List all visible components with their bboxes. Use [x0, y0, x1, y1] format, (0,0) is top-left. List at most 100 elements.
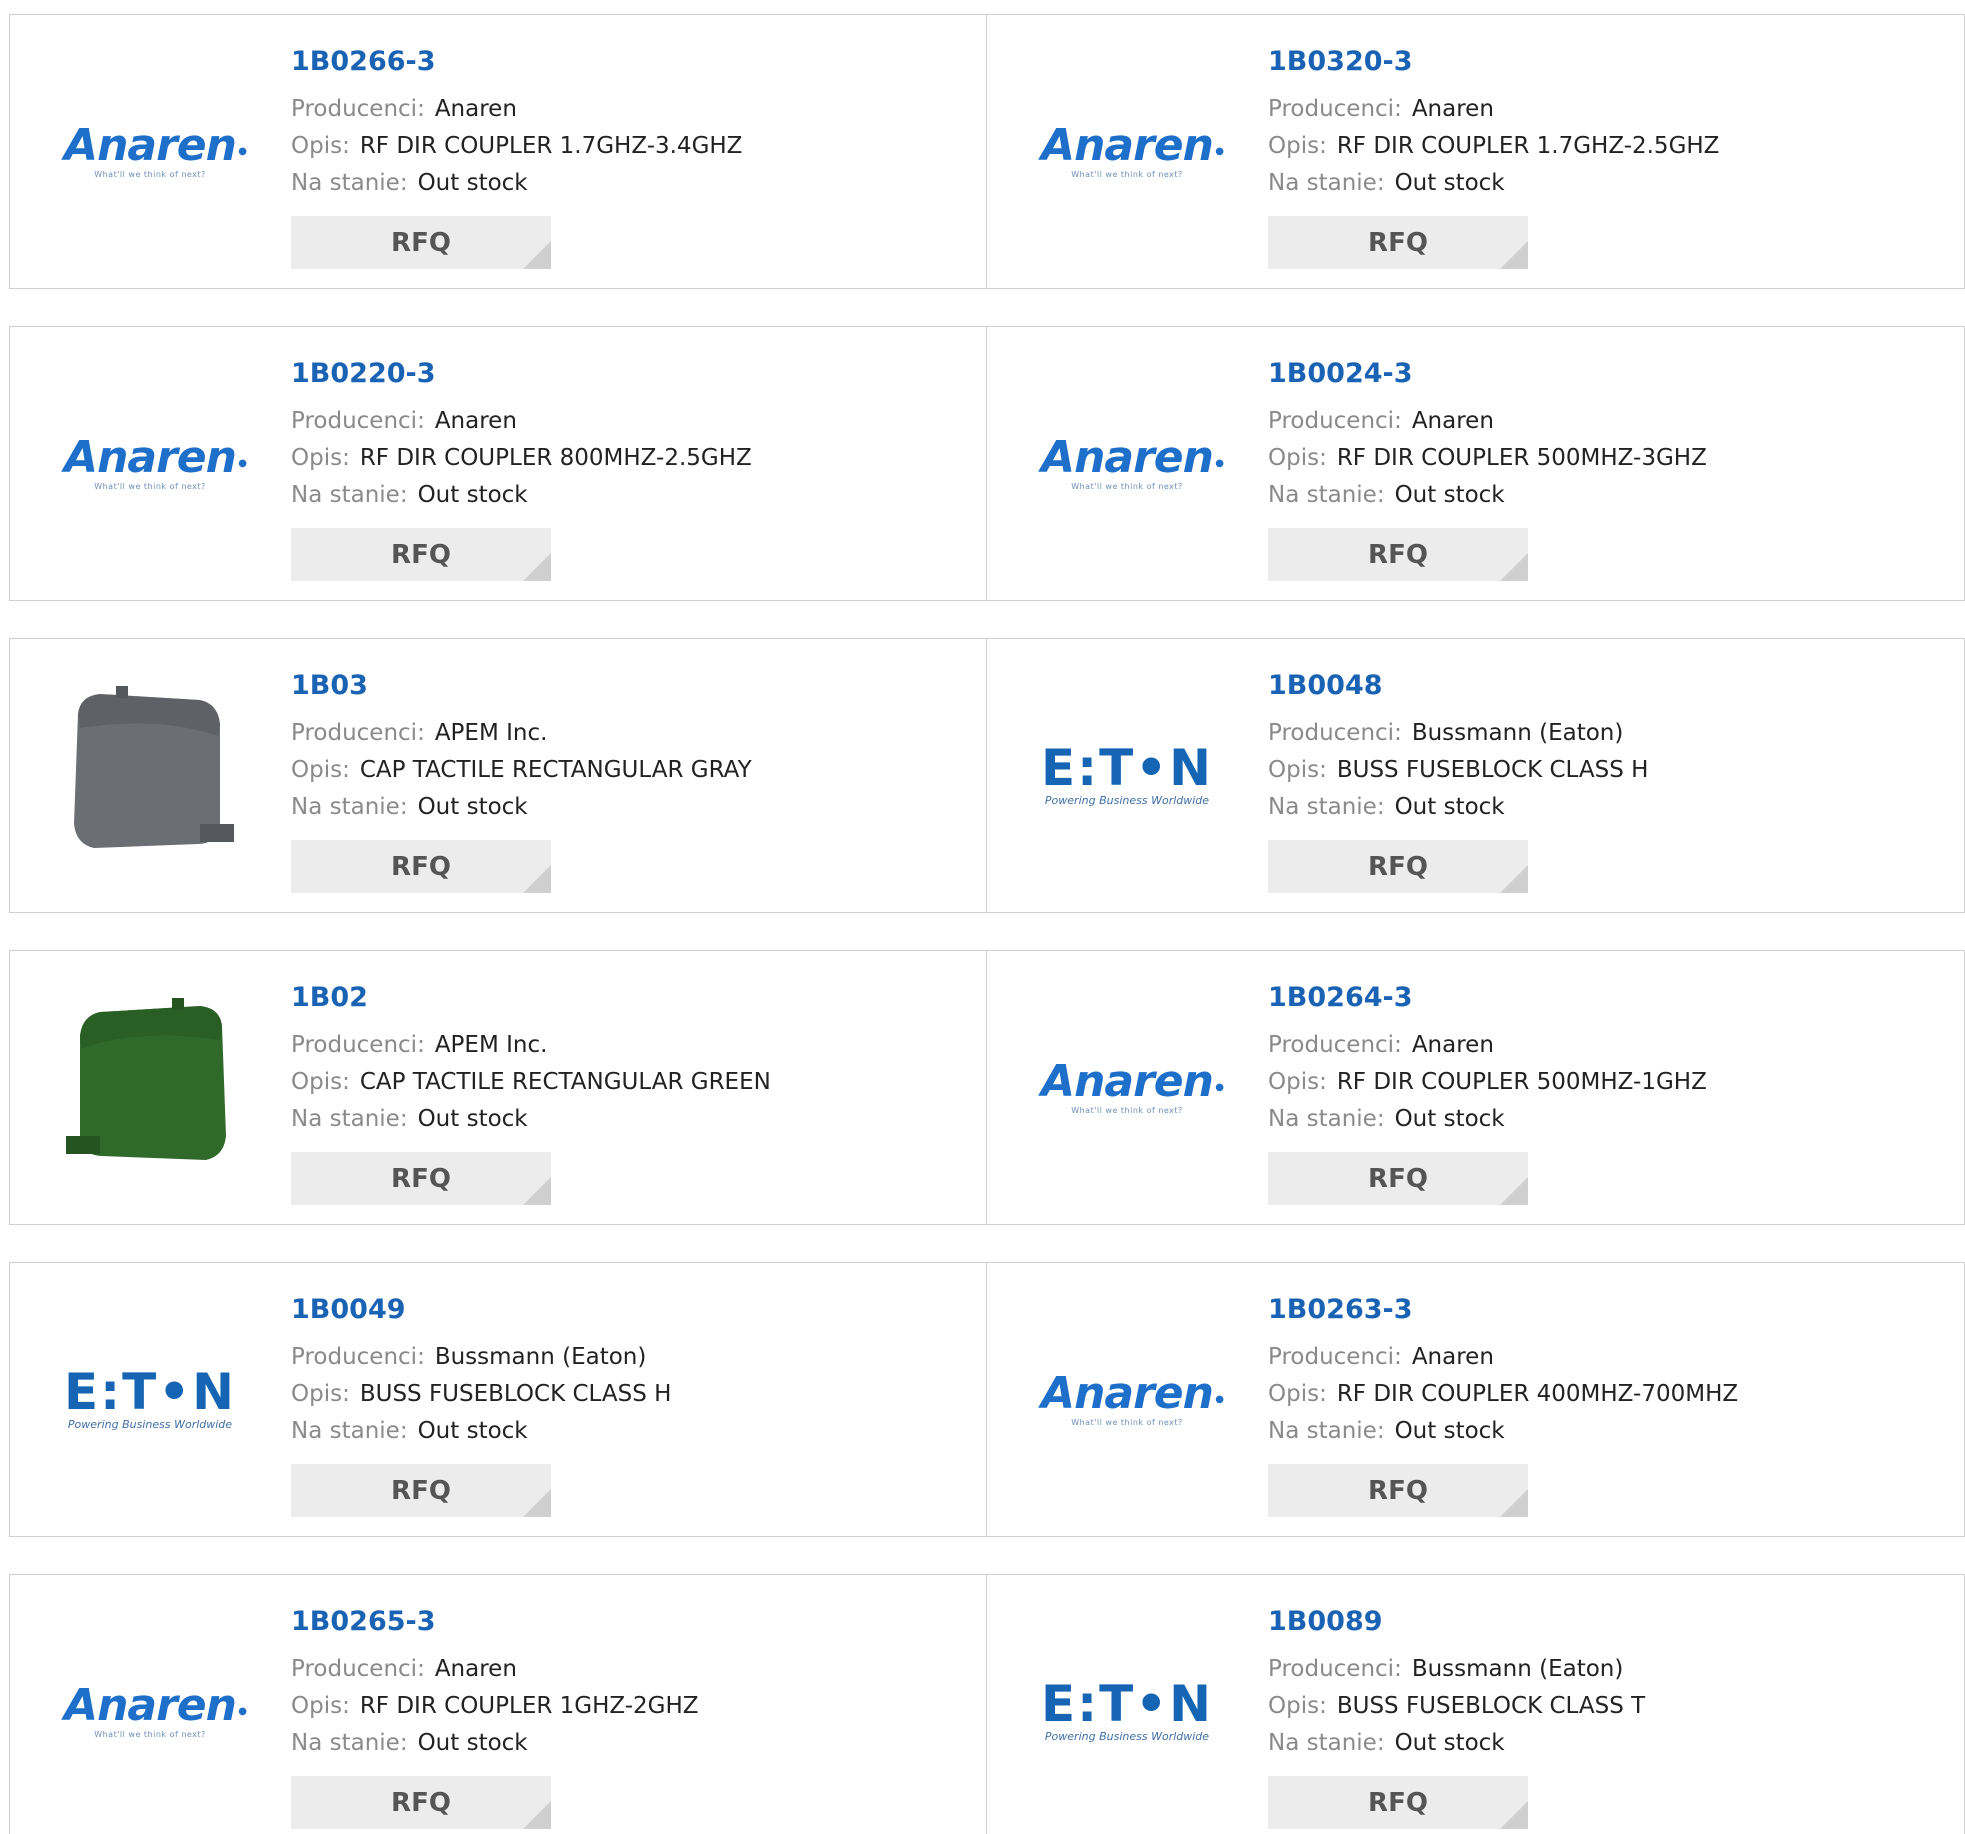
- corner-triangle-icon: [523, 1489, 551, 1517]
- product-image[interactable]: E:T•N Powering Business Worldwide: [1022, 639, 1232, 912]
- stock-value: Out stock: [417, 170, 528, 196]
- product-image[interactable]: [45, 951, 255, 1224]
- eaton-logo: E:T•N Powering Business Worldwide: [50, 1367, 250, 1431]
- stock-field: Na stanie: Out stock: [291, 1101, 771, 1138]
- product-image[interactable]: Anaren ● What'll we think of next?: [1022, 1263, 1232, 1536]
- manufacturer-value: Anaren: [434, 408, 517, 434]
- corner-triangle-icon: [1500, 1489, 1528, 1517]
- rfq-button[interactable]: RFQ: [291, 216, 551, 269]
- anaren-logo: Anaren ● What'll we think of next?: [1027, 436, 1227, 492]
- stock-value: Out stock: [1394, 1106, 1505, 1132]
- stock-label: Na stanie:: [291, 1730, 408, 1756]
- description-value: CAP TACTILE RECTANGULAR GRAY: [359, 757, 752, 783]
- rfq-button[interactable]: RFQ: [291, 1152, 551, 1205]
- rfq-button[interactable]: RFQ: [291, 1464, 551, 1517]
- description-label: Opis:: [1268, 1069, 1327, 1095]
- description-value: RF DIR COUPLER 1GHZ-2GHZ: [359, 1693, 699, 1719]
- product-card: Anaren ● What'll we think of next? 1B0264-…: [987, 950, 1965, 1225]
- rfq-label: RFQ: [1368, 851, 1428, 882]
- product-card: Anaren ● What'll we think of next? 1B0266-…: [9, 14, 987, 289]
- anaren-tagline: What'll we think of next?: [1071, 1418, 1183, 1427]
- manufacturer-label: Producenci:: [291, 1032, 425, 1058]
- part-number-link[interactable]: 1B02: [291, 980, 771, 1016]
- part-number-link[interactable]: 1B0049: [291, 1292, 671, 1328]
- manufacturer-label: Producenci:: [1268, 1656, 1402, 1682]
- product-card: E:T•N Powering Business Worldwide 1B0049 …: [9, 1262, 987, 1537]
- rfq-button[interactable]: RFQ: [291, 528, 551, 581]
- stock-label: Na stanie:: [291, 794, 408, 820]
- product-card: Anaren ● What'll we think of next? 1B0320-…: [987, 14, 1965, 289]
- rfq-button[interactable]: RFQ: [291, 1776, 551, 1829]
- manufacturer-label: Producenci:: [291, 720, 425, 746]
- part-number-link[interactable]: 1B0265-3: [291, 1604, 699, 1640]
- eaton-tagline: Powering Business Worldwide: [1044, 1730, 1210, 1743]
- rfq-button[interactable]: RFQ: [1268, 528, 1528, 581]
- product-image[interactable]: [45, 639, 255, 912]
- product-image[interactable]: Anaren ● What'll we think of next?: [1022, 951, 1232, 1224]
- rfq-button[interactable]: RFQ: [1268, 1776, 1528, 1829]
- product-image[interactable]: Anaren ● What'll we think of next?: [1022, 15, 1232, 288]
- part-number-link[interactable]: 1B0220-3: [291, 356, 752, 392]
- description-label: Opis:: [1268, 1693, 1327, 1719]
- product-info: 1B0263-3 Producenci: Anaren Opis: RF DIR C…: [1268, 1292, 1738, 1450]
- part-number-link[interactable]: 1B0266-3: [291, 44, 742, 80]
- description-value: RF DIR COUPLER 1.7GHZ-2.5GHZ: [1336, 133, 1720, 159]
- product-card: Anaren ● What'll we think of next? 1B0024-…: [987, 326, 1965, 601]
- manufacturer-value: Anaren: [434, 96, 517, 122]
- part-number-link[interactable]: 1B03: [291, 668, 752, 704]
- product-grid: Anaren ● What'll we think of next? 1B0266-…: [9, 14, 1965, 1834]
- stock-value: Out stock: [1394, 1730, 1505, 1756]
- anaren-tagline: What'll we think of next?: [1071, 1106, 1183, 1115]
- product-image[interactable]: Anaren ● What'll we think of next?: [45, 1575, 255, 1834]
- part-number-link[interactable]: 1B0024-3: [1268, 356, 1707, 392]
- product-info: 1B02 Producenci: APEM Inc. Opis: CAP TACTI…: [291, 980, 771, 1138]
- product-image[interactable]: E:T•N Powering Business Worldwide: [1022, 1575, 1232, 1834]
- part-number-link[interactable]: 1B0089: [1268, 1604, 1645, 1640]
- manufacturer-field: Producenci: Anaren: [1268, 1027, 1707, 1064]
- anaren-logo: Anaren ● What'll we think of next?: [1027, 1372, 1227, 1428]
- description-value: RF DIR COUPLER 500MHZ-3GHZ: [1336, 445, 1707, 471]
- manufacturer-field: Producenci: Anaren: [1268, 403, 1707, 440]
- rfq-label: RFQ: [1368, 1475, 1428, 1506]
- description-label: Opis:: [1268, 445, 1327, 471]
- product-card: Anaren ● What'll we think of next? 1B0265-…: [9, 1574, 987, 1834]
- product-info: 1B0024-3 Producenci: Anaren Opis: RF DIR C…: [1268, 356, 1707, 514]
- stock-label: Na stanie:: [1268, 1730, 1385, 1756]
- eaton-logo-text: E:T•N: [1040, 739, 1214, 797]
- stock-field: Na stanie: Out stock: [291, 1725, 699, 1762]
- product-image[interactable]: Anaren ● What'll we think of next?: [1022, 327, 1232, 600]
- product-card: 1B03 Producenci: APEM Inc. Opis: CAP TACTI…: [9, 638, 987, 913]
- rfq-button[interactable]: RFQ: [291, 840, 551, 893]
- anaren-tagline: What'll we think of next?: [1071, 170, 1183, 179]
- product-info: 1B0320-3 Producenci: Anaren Opis: RF DIR C…: [1268, 44, 1719, 202]
- rfq-button[interactable]: RFQ: [1268, 840, 1528, 893]
- product-image[interactable]: Anaren ● What'll we think of next?: [45, 327, 255, 600]
- corner-triangle-icon: [523, 1801, 551, 1829]
- product-image[interactable]: Anaren ● What'll we think of next?: [45, 15, 255, 288]
- description-label: Opis:: [291, 757, 350, 783]
- rfq-button[interactable]: RFQ: [1268, 216, 1528, 269]
- product-image[interactable]: E:T•N Powering Business Worldwide: [45, 1263, 255, 1536]
- product-card: E:T•N Powering Business Worldwide 1B0048 …: [987, 638, 1965, 913]
- description-field: Opis: RF DIR COUPLER 800MHZ-2.5GHZ: [291, 440, 752, 477]
- part-number-link[interactable]: 1B0048: [1268, 668, 1648, 704]
- manufacturer-value: APEM Inc.: [434, 720, 548, 746]
- part-number-link[interactable]: 1B0264-3: [1268, 980, 1707, 1016]
- manufacturer-field: Producenci: APEM Inc.: [291, 715, 752, 752]
- manufacturer-label: Producenci:: [1268, 96, 1402, 122]
- stock-value: Out stock: [1394, 794, 1505, 820]
- part-number-link[interactable]: 1B0320-3: [1268, 44, 1719, 80]
- product-info: 1B03 Producenci: APEM Inc. Opis: CAP TACTI…: [291, 668, 752, 826]
- anaren-logo-text: Anaren ●: [64, 1680, 247, 1731]
- rfq-button[interactable]: RFQ: [1268, 1464, 1528, 1517]
- rfq-button[interactable]: RFQ: [1268, 1152, 1528, 1205]
- description-value: RF DIR COUPLER 800MHZ-2.5GHZ: [359, 445, 752, 471]
- stock-value: Out stock: [1394, 1418, 1505, 1444]
- manufacturer-value: Anaren: [1411, 96, 1494, 122]
- part-number-link[interactable]: 1B0263-3: [1268, 1292, 1738, 1328]
- stock-label: Na stanie:: [1268, 1106, 1385, 1132]
- stock-value: Out stock: [1394, 170, 1505, 196]
- description-field: Opis: RF DIR COUPLER 1.7GHZ-3.4GHZ: [291, 128, 742, 165]
- description-label: Opis:: [291, 1693, 350, 1719]
- description-value: RF DIR COUPLER 500MHZ-1GHZ: [1336, 1069, 1707, 1095]
